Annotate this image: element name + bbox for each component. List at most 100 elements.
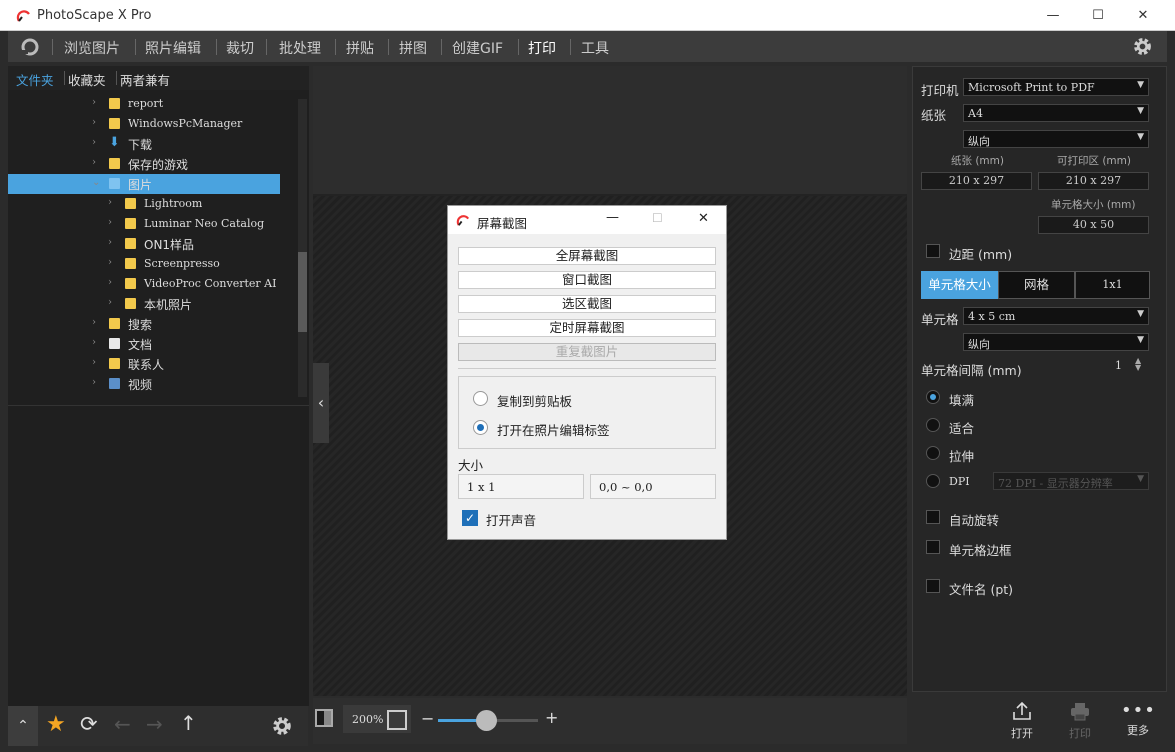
fit-fit-radio[interactable] <box>926 418 940 432</box>
chevron-right-icon[interactable]: › <box>92 317 96 328</box>
dialog-close-button[interactable]: ✕ <box>698 211 709 226</box>
photoscape-home-icon[interactable] <box>20 37 40 57</box>
compare-view-icon[interactable] <box>315 709 333 727</box>
fit-screen-icon[interactable] <box>387 710 407 730</box>
open-editor-radio[interactable] <box>473 420 488 435</box>
paper-select[interactable]: A4 ▼ <box>963 104 1149 122</box>
repeat-capture-button[interactable]: 重复截图片 <box>458 343 716 361</box>
tree-node[interactable]: › ON1样品 <box>8 234 280 254</box>
chevron-right-icon[interactable]: › <box>108 297 112 308</box>
tree-node-label: 联系人 <box>128 358 165 372</box>
menu-collage[interactable]: 拼贴 <box>346 38 374 58</box>
minimize-button[interactable]: — <box>1043 6 1063 26</box>
menu-batch[interactable]: 批处理 <box>279 38 321 58</box>
zoom-out-button[interactable]: − <box>421 709 434 728</box>
tree-node[interactable]: › 视频 <box>8 374 280 394</box>
zoom-slider-thumb[interactable] <box>476 710 497 731</box>
gear-icon[interactable] <box>1132 36 1153 57</box>
menu-print[interactable]: 打印 <box>528 38 556 58</box>
menu-crop[interactable]: 裁切 <box>226 38 254 58</box>
star-icon[interactable]: ★ <box>46 712 66 737</box>
tree-node[interactable]: › 搜索 <box>8 314 280 334</box>
timed-capture-button[interactable]: 定时屏幕截图 <box>458 319 716 337</box>
collapse-panel-button[interactable]: ‹ <box>313 363 329 443</box>
menu-create-gif[interactable]: 创建GIF <box>452 38 503 58</box>
printer-select[interactable]: Microsoft Print to PDF ▼ <box>963 78 1149 96</box>
chevron-right-icon[interactable]: › <box>92 377 96 388</box>
tab-folders[interactable]: 文件夹 <box>16 70 54 89</box>
sound-checkbox[interactable]: ✓ <box>462 510 478 526</box>
close-button[interactable]: ✕ <box>1133 6 1153 26</box>
gear-icon[interactable] <box>271 715 293 737</box>
print-button[interactable]: 打印 <box>1063 700 1097 741</box>
spin-arrows-icon[interactable]: ▲ ▼ <box>1135 357 1141 372</box>
zoom-in-button[interactable]: + <box>545 708 558 727</box>
tree-node[interactable]: › 本机照片 <box>8 294 280 314</box>
tree-node[interactable]: › 联系人 <box>8 354 280 374</box>
chevron-down-icon[interactable]: ⌄ <box>92 177 100 188</box>
tree-node[interactable]: › 保存的游戏 <box>8 154 280 174</box>
chevron-right-icon[interactable]: › <box>92 337 96 348</box>
chevron-right-icon[interactable]: › <box>92 157 96 168</box>
chevron-right-icon[interactable]: › <box>92 137 96 148</box>
tree-node[interactable]: › Luminar Neo Catalog <box>8 214 280 234</box>
chevron-right-icon[interactable]: › <box>108 237 112 248</box>
chevron-right-icon[interactable]: › <box>108 257 112 268</box>
menu-photo-edit[interactable]: 照片编辑 <box>145 38 201 58</box>
dialog-maximize-button[interactable]: ☐ <box>652 211 663 225</box>
refresh-icon[interactable]: ⟳ <box>80 712 98 736</box>
download-icon: ⬇ <box>109 135 120 150</box>
chevron-right-icon[interactable]: › <box>92 357 96 368</box>
cell-orientation-select[interactable]: 纵向 ▼ <box>963 333 1149 351</box>
menu-browse[interactable]: 浏览图片 <box>64 38 120 58</box>
back-arrow-icon[interactable]: ← <box>114 712 131 736</box>
tree-node[interactable]: › 文档 <box>8 334 280 354</box>
folder-icon <box>125 258 136 269</box>
fullscreen-capture-button[interactable]: 全屏幕截图 <box>458 247 716 265</box>
auto-rotate-checkbox[interactable] <box>926 510 940 524</box>
margin-checkbox[interactable] <box>926 244 940 258</box>
tab-favorites[interactable]: 收藏夹 <box>68 70 106 89</box>
tree-node[interactable]: › Lightroom <box>8 194 280 214</box>
menu-combine[interactable]: 拼图 <box>399 38 427 58</box>
fit-fill-radio[interactable] <box>926 390 940 404</box>
maximize-button[interactable]: ☐ <box>1088 6 1108 26</box>
fit-dpi-radio[interactable] <box>926 474 940 488</box>
tree-node[interactable]: ⌄ 图片 <box>8 174 280 194</box>
orientation-select[interactable]: 纵向 ▼ <box>963 130 1149 148</box>
up-arrow-icon[interactable]: ↑ <box>180 711 197 735</box>
seg-1x1[interactable]: 1x1 <box>1075 271 1150 299</box>
seg-cell-size[interactable]: 单元格大小 <box>921 271 998 299</box>
dialog-minimize-button[interactable]: — <box>606 210 619 225</box>
cell-value: 4 x 5 cm <box>968 310 1016 323</box>
cell-border-checkbox[interactable] <box>926 540 940 554</box>
chevron-right-icon[interactable]: › <box>108 217 112 228</box>
chevron-right-icon[interactable]: › <box>92 117 96 128</box>
seg-grid[interactable]: 网格 <box>998 271 1075 299</box>
tree-scrollbar-thumb[interactable] <box>298 252 307 332</box>
spacing-value[interactable]: 1 <box>1115 359 1122 372</box>
tree-node[interactable]: › Screenpresso <box>8 254 280 274</box>
tree-scrollbar[interactable] <box>298 99 307 397</box>
forward-arrow-icon[interactable]: → <box>146 712 163 736</box>
chevron-right-icon[interactable]: › <box>92 97 96 108</box>
tree-node[interactable]: › VideoProc Converter AI <box>8 274 280 294</box>
menu-tools[interactable]: 工具 <box>581 38 609 58</box>
tab-both[interactable]: 两者兼有 <box>120 70 170 89</box>
filename-checkbox[interactable] <box>926 579 940 593</box>
region-capture-button[interactable]: 选区截图 <box>458 295 716 313</box>
chevron-right-icon[interactable]: › <box>108 197 112 208</box>
zoom-value[interactable]: 200% <box>352 713 383 726</box>
more-button[interactable]: ••• 更多 <box>1121 700 1155 738</box>
tree-node[interactable]: › WindowsPcManager <box>8 114 280 134</box>
dpi-select[interactable]: 72 DPI - 显示器分辨率 ▼ <box>993 472 1149 490</box>
cell-select[interactable]: 4 x 5 cm ▼ <box>963 307 1149 325</box>
tree-node[interactable]: › ⬇ 下载 <box>8 134 280 154</box>
open-button[interactable]: 打开 <box>1005 700 1039 741</box>
copy-clipboard-radio[interactable] <box>473 391 488 406</box>
window-capture-button[interactable]: 窗口截图 <box>458 271 716 289</box>
chevron-up-icon[interactable]: ⌃ <box>8 706 38 746</box>
tree-node[interactable]: › report <box>8 94 280 114</box>
chevron-right-icon[interactable]: › <box>108 277 112 288</box>
fit-stretch-radio[interactable] <box>926 446 940 460</box>
